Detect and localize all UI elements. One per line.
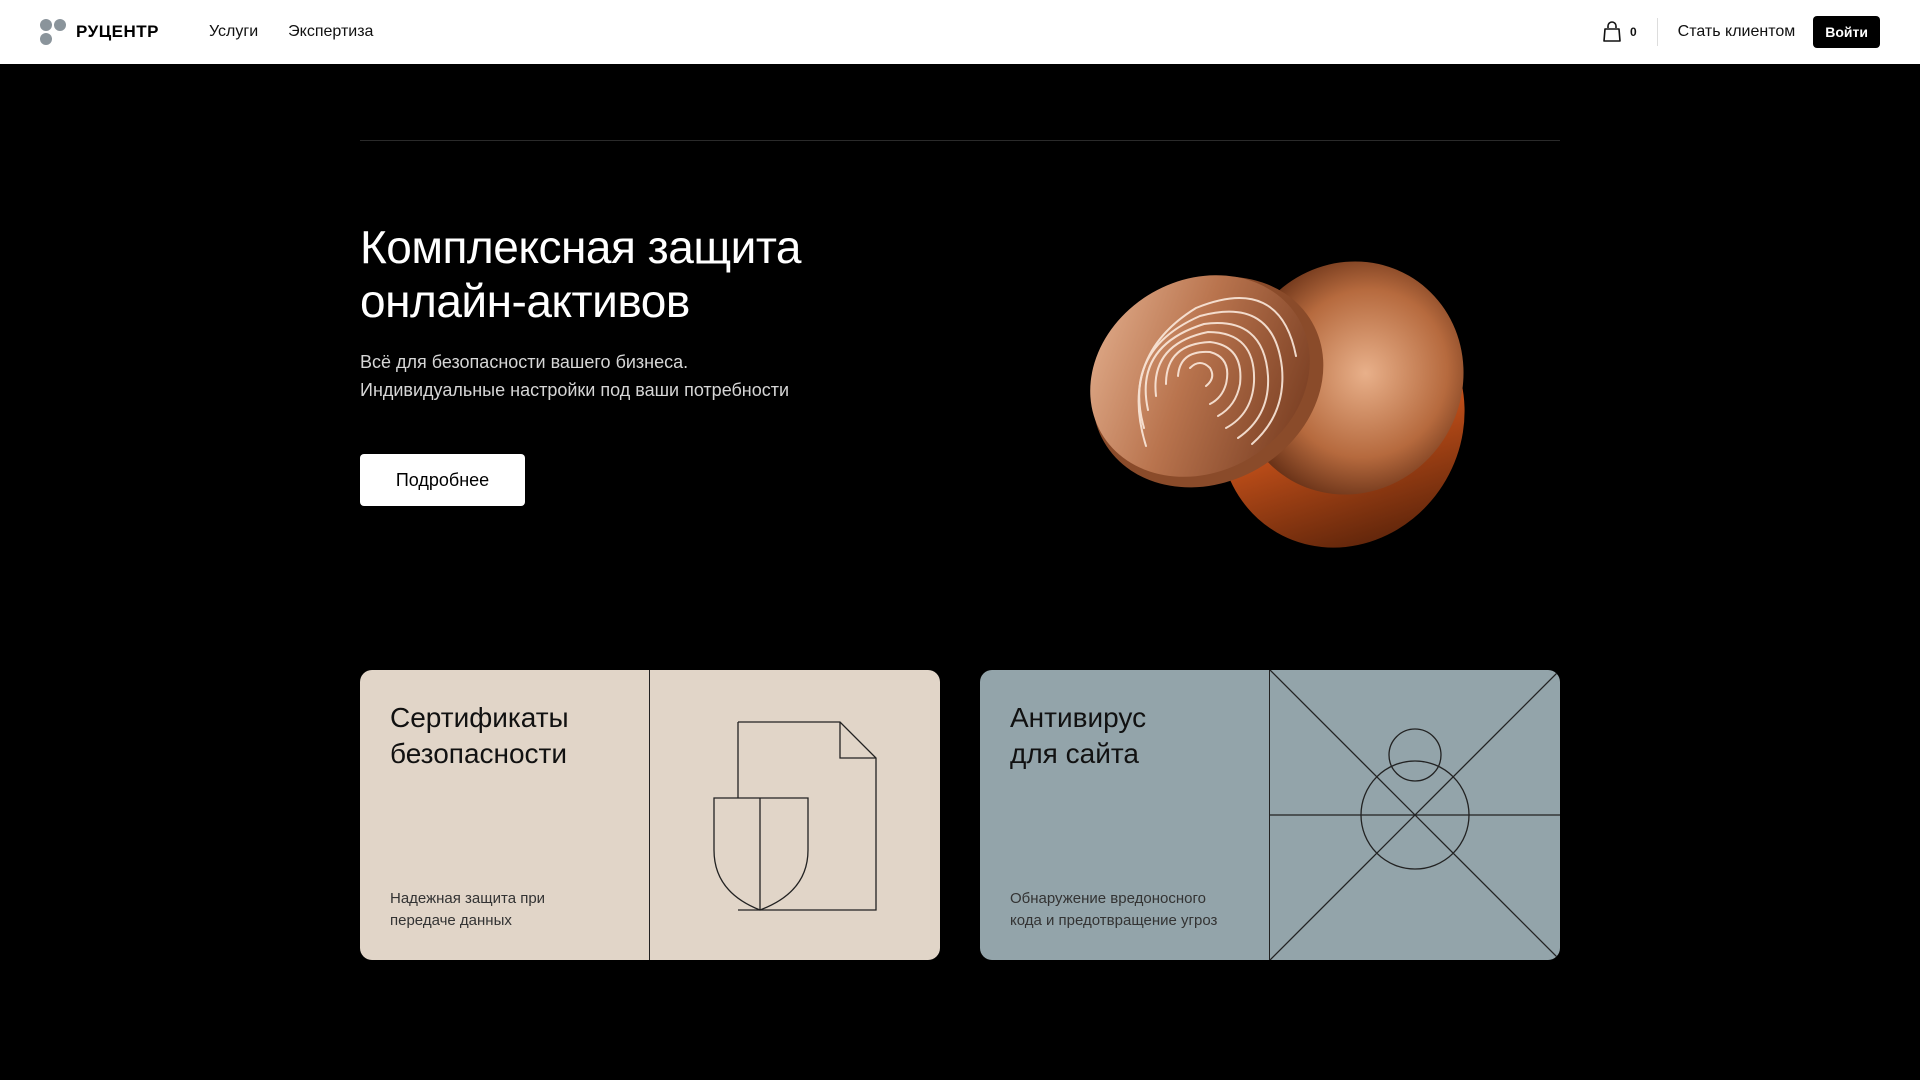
site-header: РУЦЕНТР Услуги Экспертиза 0 Стать клиент… [0, 0, 1920, 64]
login-button[interactable]: Войти [1813, 16, 1880, 48]
hero-subtitle-line2: Индивидуальные настройки под ваши потреб… [360, 380, 790, 400]
cart-button[interactable]: 0 [1602, 18, 1658, 46]
bug-crosshair-icon [1270, 670, 1560, 960]
card-ssl-certificates[interactable]: Сертификаты безопасности Надежная защита… [360, 670, 940, 960]
hero-subtitle-line1: Всё для безопасности вашего бизнеса. [360, 352, 689, 372]
nav-item-services[interactable]: Услуги [209, 23, 258, 41]
card-ssl-title-line2: безопасности [390, 738, 568, 769]
hero-divider [360, 140, 1560, 141]
card-ssl-title-line1: Сертификаты [390, 702, 569, 733]
main-nav: Услуги Экспертиза [209, 23, 374, 41]
cart-count: 0 [1629, 25, 1637, 39]
hero-title: Комплексная защита онлайн-активов [360, 221, 802, 327]
card-antivirus-title-line2: для сайта [1010, 738, 1139, 769]
become-client-link[interactable]: Стать клиентом [1678, 23, 1796, 41]
logo-text: РУЦЕНТР [76, 22, 159, 41]
card-antivirus-desc-line1: Обнаружение вредоносного [1010, 890, 1206, 907]
card-antivirus-text: Антивирус для сайта Обнаружение вредонос… [980, 670, 1270, 960]
card-ssl-desc-line1: Надежная защита при [390, 890, 546, 907]
shield-document-icon [713, 721, 877, 911]
shopping-bag-icon [1603, 21, 1621, 42]
card-antivirus-title-line1: Антивирус [1010, 702, 1147, 733]
card-ssl-title: Сертификаты безопасности [390, 700, 569, 772]
card-antivirus-description: Обнаружение вредоносного кода и предотвр… [1010, 888, 1260, 932]
card-antivirus[interactable]: Антивирус для сайта Обнаружение вредонос… [980, 670, 1560, 960]
card-antivirus-desc-line2: кода и предотвращение угроз [1010, 912, 1218, 929]
card-antivirus-title: Антивирус для сайта [1010, 700, 1146, 772]
card-ssl-desc-line2: передаче данных [390, 912, 512, 929]
logo[interactable]: РУЦЕНТР [40, 17, 159, 47]
fingerprint-coins-illustration [1090, 261, 1465, 548]
more-button[interactable]: Подробнее [360, 454, 525, 506]
logo-icon [40, 17, 68, 47]
card-ssl-text: Сертификаты безопасности Надежная защита… [360, 670, 650, 960]
hero-subtitle: Всё для безопасности вашего бизнеса. Инд… [360, 348, 920, 404]
card-ssl-description: Надежная защита при передаче данных [390, 888, 640, 932]
nav-item-expertise[interactable]: Экспертиза [288, 23, 373, 41]
header-actions: 0 Стать клиентом Войти [1602, 16, 1880, 48]
